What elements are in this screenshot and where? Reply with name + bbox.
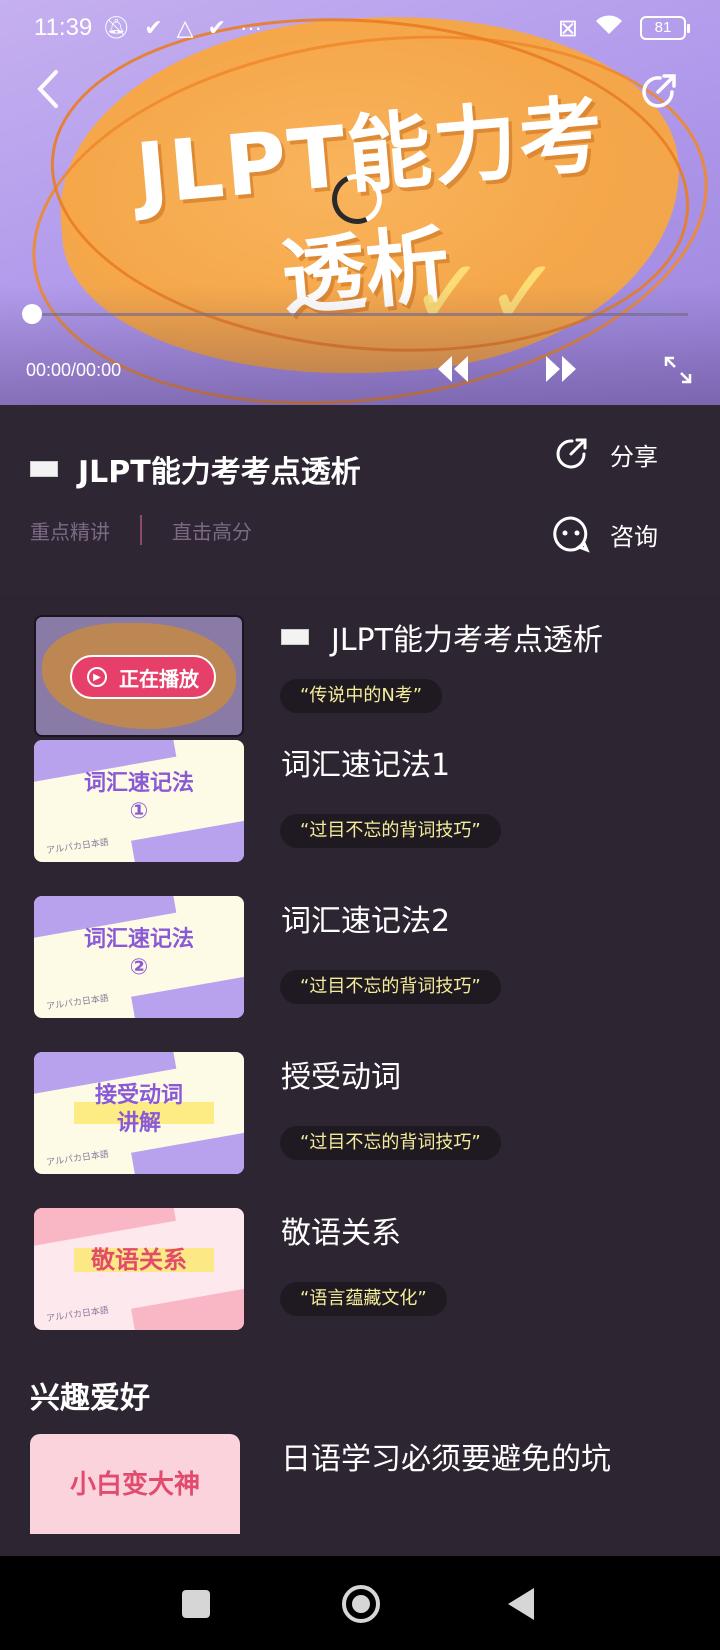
lesson-badge: “传说中的N考”	[280, 679, 443, 713]
now-playing-badge: ▶ 正在播放	[70, 655, 216, 699]
consult-label: 咨询	[610, 522, 658, 551]
fast-forward-icon	[546, 356, 576, 382]
list-item[interactable]: 词汇速记法 ② アルパカ日本語 词汇速记法2 “过目不忘的背词技巧”	[0, 896, 720, 1036]
sim-icon: ⊠	[557, 14, 578, 42]
thumb-stripe	[131, 1131, 244, 1174]
check-icon: ✔	[207, 15, 227, 40]
thumb-brand: アルパカ日本語	[45, 993, 110, 1013]
lesson-thumbnail: 敬语关系 アルパカ日本語	[34, 1208, 244, 1330]
lesson-title: 授受动词	[281, 1060, 401, 1095]
share-label: 分享	[610, 442, 658, 471]
lesson-thumbnail: 接受动词 讲解 アルパカ日本語	[34, 1052, 244, 1174]
fast-forward-button[interactable]	[544, 354, 578, 384]
share-top-button[interactable]	[636, 70, 680, 114]
thumb-title: 小白变大神	[69, 1470, 200, 1500]
lesson-badge: “过目不忘的背词技巧”	[280, 1126, 501, 1160]
rewind-icon	[438, 356, 468, 382]
back-button[interactable]	[28, 64, 68, 114]
check-icon: ✔	[144, 15, 163, 40]
section-title: 兴趣爱好	[30, 1381, 150, 1416]
fullscreen-button[interactable]	[664, 356, 692, 384]
lesson-title: JLPT能力考考点透析	[331, 623, 603, 658]
app-screen: JLPT能力考 透析 ✓✓ 11:39 🔕︎ ✔ △ ✔ ··· ⊠ 81	[0, 0, 720, 1650]
lesson-thumbnail: 词汇速记法 ① アルパカ日本語	[34, 740, 244, 862]
progress-bar[interactable]	[32, 313, 688, 316]
battery-icon: 81	[640, 16, 690, 40]
flag-icon	[30, 461, 58, 477]
list-item[interactable]: 敬语关系 アルパカ日本語 敬语关系 “语言蕴藏文化”	[0, 1208, 720, 1348]
expand-icon	[664, 356, 692, 384]
share-icon	[642, 74, 676, 108]
tag-divider	[140, 515, 142, 545]
thumb-stripe	[131, 1287, 244, 1330]
lesson-thumbnail: 词汇速记法 ② アルパカ日本語	[34, 896, 244, 1018]
lesson-badge: “过目不忘的背词技巧”	[280, 814, 501, 848]
lesson-thumbnail[interactable]: 小白变大神	[30, 1434, 240, 1534]
rewind-button[interactable]	[436, 354, 470, 384]
course-title: JLPT能力考考点透析	[78, 455, 361, 490]
tag-1: 重点精讲	[30, 519, 110, 544]
flag-icon	[281, 629, 309, 645]
lesson-title-row: JLPT能力考考点透析	[281, 615, 603, 659]
chat-icon	[553, 516, 590, 553]
status-icons: 🔕︎ ✔ △ ✔ ···	[102, 15, 262, 41]
thumb-subtitle: 讲解	[116, 1111, 161, 1136]
course-title-row: JLPT能力考考点透析	[30, 447, 361, 491]
more-dots-icon: ···	[240, 15, 262, 40]
status-right: ⊠ 81	[557, 14, 690, 43]
status-time: 11:39	[34, 14, 93, 41]
lesson-badge: “过目不忘的背词技巧”	[280, 970, 501, 1004]
mute-icon: 🔕︎	[102, 15, 131, 40]
lesson-title: 敬语关系	[281, 1216, 401, 1251]
share-icon	[556, 438, 587, 469]
time-readout: 00:00/00:00	[26, 360, 122, 380]
thumb-title: 词汇速记法	[83, 927, 194, 952]
video-player[interactable]: JLPT能力考 透析 ✓✓	[0, 0, 720, 405]
thumb-stripe	[131, 819, 244, 862]
system-back-button[interactable]	[508, 1588, 534, 1620]
status-bar: 11:39 🔕︎ ✔ △ ✔ ··· ⊠ 81	[0, 0, 720, 56]
lesson-title[interactable]: 日语学习必须要避免的坑	[281, 1434, 611, 1478]
share-button[interactable]: 分享	[552, 435, 658, 473]
thumb-title: 词汇速记法	[83, 771, 194, 796]
now-playing-label: 正在播放	[119, 666, 199, 691]
course-info: JLPT能力考考点透析 重点精讲 直击高分 分享 咨询	[0, 405, 720, 595]
thumb-subtitle: ①	[129, 799, 149, 824]
thumb-subtitle: ②	[129, 955, 149, 980]
list-item[interactable]: ▶ 正在播放 JLPT能力考考点透析 “传说中的N考”	[0, 615, 720, 755]
thumb-brand: アルパカ日本語	[45, 1149, 110, 1169]
thumb-title: 敬语关系	[91, 1246, 187, 1274]
thumb-stripe	[34, 1208, 176, 1247]
home-button[interactable]	[342, 1585, 380, 1623]
thumb-stripe	[131, 975, 244, 1018]
course-tags: 重点精讲 直击高分	[30, 515, 252, 545]
list-item[interactable]: 词汇速记法 ① アルパカ日本語 词汇速记法1 “过目不忘的背词技巧”	[0, 740, 720, 880]
recents-button[interactable]	[182, 1590, 210, 1618]
thumb-brand: アルパカ日本語	[45, 1305, 110, 1325]
thumb-title: 接受动词	[94, 1083, 183, 1108]
play-icon: ▶	[87, 667, 107, 687]
wifi-icon	[594, 14, 624, 43]
progress-knob[interactable]	[22, 304, 42, 324]
chevron-left-icon	[37, 70, 58, 108]
drive-icon: △	[176, 15, 194, 40]
lesson-title: 词汇速记法1	[281, 748, 451, 783]
thumb-brand: アルパカ日本語	[45, 837, 110, 857]
cover-shade	[0, 285, 720, 405]
consult-button[interactable]: 咨询	[552, 515, 658, 553]
lesson-badge: “语言蕴藏文化”	[280, 1282, 447, 1316]
list-item[interactable]: 接受动词 讲解 アルパカ日本語 授受动词 “过目不忘的背词技巧”	[0, 1052, 720, 1192]
lesson-title: 词汇速记法2	[281, 904, 451, 939]
lesson-thumbnail: ▶ 正在播放	[34, 615, 244, 737]
tag-2: 直击高分	[172, 519, 252, 544]
